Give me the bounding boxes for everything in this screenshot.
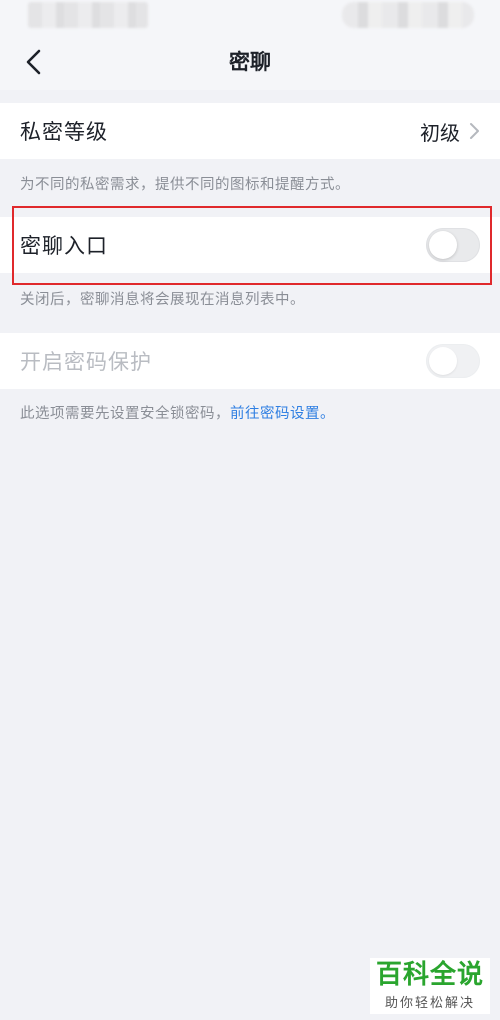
password-protection-toggle[interactable] — [426, 344, 480, 378]
toggle-knob — [429, 347, 457, 375]
secret-chat-entry-hint: 关闭后，密聊消息将会展现在消息列表中。 — [20, 292, 305, 308]
watermark-logo: 百科全说 助你轻松解决 — [370, 958, 490, 1014]
toggle-knob — [429, 231, 457, 259]
secret-chat-entry-toggle[interactable] — [426, 228, 480, 262]
status-bar — [0, 0, 500, 34]
password-settings-link[interactable]: 前往密码设置。 — [230, 406, 335, 422]
privacy-level-value: 初级 — [420, 120, 460, 145]
blurred-status-left — [28, 2, 148, 28]
navigation-bar: 密聊 — [0, 34, 500, 90]
secret-chat-entry-row: 密聊入口 — [0, 217, 500, 273]
back-button[interactable] — [14, 42, 54, 82]
privacy-level-label: 私密等级 — [20, 120, 108, 144]
password-protection-label: 开启密码保护 — [20, 350, 152, 374]
privacy-level-row[interactable]: 私密等级 初级 — [0, 103, 500, 159]
page-title: 密聊 — [229, 50, 271, 74]
password-hint: 此选项需要先设置安全锁密码，前往密码设置。 — [20, 402, 335, 423]
password-hint-text: 此选项需要先设置安全锁密码， — [20, 406, 230, 422]
blurred-status-right — [342, 2, 474, 28]
chevron-left-icon — [26, 49, 41, 75]
watermark-title: 百科全说 — [375, 960, 484, 990]
watermark-subtitle: 助你轻松解决 — [384, 996, 475, 1011]
privacy-level-hint: 为不同的私密需求，提供不同的图标和提醒方式。 — [20, 177, 350, 193]
secret-chat-entry-label: 密聊入口 — [20, 234, 108, 258]
chevron-right-icon — [470, 123, 479, 139]
secret-chat-settings-page: 密聊 私密等级 初级 为不同的私密需求，提供不同的图标和提醒方式。 密聊入口 关… — [0, 0, 500, 1020]
password-protection-row: 开启密码保护 — [0, 333, 500, 389]
